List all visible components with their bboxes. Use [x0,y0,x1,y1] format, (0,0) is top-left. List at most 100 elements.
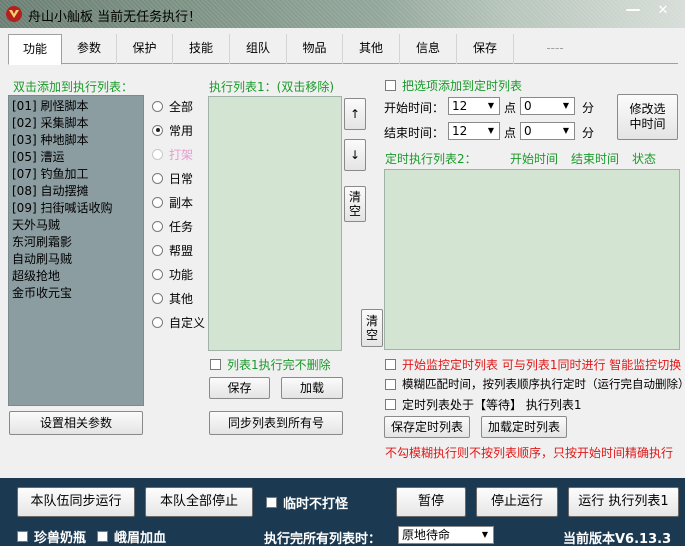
category-label: 功能 [169,267,194,282]
no-delete-checkbox-box[interactable] [210,358,221,370]
stop-run-button[interactable]: 停止运行 [476,487,558,517]
script-list-item[interactable]: [08] 自动摆摊 [12,183,140,200]
tab-other[interactable]: 其他 [343,34,400,64]
script-list-item[interactable]: [05] 漕运 [12,149,140,166]
no-fight-checkbox[interactable]: 临时不打怪 [266,494,349,512]
close-icon[interactable]: ✕ [652,3,674,23]
load-timer-list-button[interactable]: 加载定时列表 [481,416,567,438]
script-list-item[interactable]: 自动刷马贼 [12,251,140,268]
settings-button[interactable]: 设置相关参数 [9,411,143,435]
fuzzy-match-checkbox-box[interactable] [385,378,396,390]
minimize-icon[interactable]: — [622,0,644,20]
emei-heal-checkbox[interactable]: 峨眉加血 [97,528,167,546]
category-radio-3[interactable]: 日常 [152,169,193,187]
tab-placeholder[interactable]: ---- [514,34,596,64]
clear-list1-button[interactable]: 清 空 [344,186,366,222]
timer-list[interactable] [384,169,680,350]
chevron-down-icon: ▼ [487,101,495,110]
script-list-item[interactable]: [09] 扫街喊话收购 [12,200,140,217]
end-time-label: 结束时间： [384,126,445,140]
chevron-down-icon: ▼ [562,101,570,110]
after-all-lists-select[interactable]: 原地待命 ▼ [398,526,494,544]
category-radio-0[interactable]: 全部 [152,97,193,115]
category-radio-9[interactable]: 自定义 [152,313,205,331]
team-sync-run-button[interactable]: 本队伍同步运行 [17,487,135,517]
radio-button[interactable] [152,148,163,160]
tab-functions[interactable]: 功能 [8,34,62,65]
pet-bottle-checkbox-box[interactable] [17,530,28,542]
emei-heal-label: 峨眉加血 [114,530,167,546]
radio-button[interactable] [152,292,163,304]
load-list1-button[interactable]: 加载 [281,377,343,399]
save-list1-button[interactable]: 保存 [209,377,270,399]
end-min-value: 0 [524,124,532,138]
app-window: 舟山小舢板 当前无任务执行！ — ✕ 功能 参数 保护 技能 组队 物品 其他 … [0,0,685,546]
no-fight-label: 临时不打怪 [283,496,349,512]
save-timer-list-button[interactable]: 保存定时列表 [384,416,470,438]
move-down-button[interactable]: ↓ [344,139,366,171]
end-hour-value: 12 [452,124,468,138]
radio-button[interactable] [152,220,163,232]
emei-heal-checkbox-box[interactable] [97,530,108,542]
tab-info[interactable]: 信息 [400,34,457,64]
start-min-select[interactable]: 0 ▼ [520,97,575,115]
start-hour-select[interactable]: 12 ▼ [448,97,500,115]
category-radio-4[interactable]: 副本 [152,193,193,211]
wait-list1-checkbox[interactable]: 定时列表处于【等待】 执行列表1 [385,396,581,412]
wait-list1-checkbox-box[interactable] [385,398,396,410]
chevron-down-icon: ▼ [487,126,495,135]
monitor-timer-checkbox-box[interactable] [385,358,396,370]
tab-protect[interactable]: 保护 [117,34,173,64]
radio-button[interactable] [152,316,163,328]
tab-save[interactable]: 保存 [457,34,514,64]
script-list-item[interactable]: [07] 钓鱼加工 [12,166,140,183]
no-fight-checkbox-box[interactable] [266,496,277,508]
script-list-item[interactable]: [03] 种地脚本 [12,132,140,149]
radio-button[interactable] [152,268,163,280]
category-radio-8[interactable]: 其他 [152,289,193,307]
fuzzy-match-checkbox[interactable]: 模糊匹配时间，按列表顺序执行定时（运行完自动删除） [385,376,685,392]
exec-list1[interactable] [208,96,342,351]
script-list[interactable]: [01] 刷怪脚本 [02] 采集脚本 [03] 种地脚本 [05] 漕运 [07] 钓… [8,95,144,406]
pet-bottle-checkbox[interactable]: 珍兽奶瓶 [17,528,86,546]
start-hour-unit: 点 [504,101,517,115]
add-to-timer-checkbox[interactable]: 把选项添加到定时列表 [385,77,522,93]
run-list1-button[interactable]: 运行 执行列表1 [568,487,679,517]
tab-params[interactable]: 参数 [62,34,117,64]
add-to-timer-checkbox-box[interactable] [385,79,396,91]
category-radio-7[interactable]: 功能 [152,265,193,283]
pause-button[interactable]: 暂停 [396,487,466,517]
monitor-timer-checkbox[interactable]: 开始监控定时列表 可与列表1同时进行 智能监控切换 [385,356,681,372]
script-list-item[interactable]: 金币收元宝 [12,285,140,302]
team-stop-all-button[interactable]: 本队全部停止 [145,487,253,517]
sync-lists-button[interactable]: 同步列表到所有号 [209,411,343,435]
script-list-item[interactable]: 东河刷霜影 [12,234,140,251]
clear-timer-list-button[interactable]: 清 空 [361,309,383,347]
move-up-button[interactable]: ↑ [344,98,366,130]
category-radio-5[interactable]: 任务 [152,217,193,235]
category-label: 自定义 [169,315,206,330]
tab-skills[interactable]: 技能 [173,34,230,64]
script-list-item[interactable]: [01] 刷怪脚本 [12,98,140,115]
radio-button[interactable] [152,244,163,256]
script-list-item[interactable]: [02] 采集脚本 [12,115,140,132]
end-hour-select[interactable]: 12 ▼ [448,122,500,140]
category-radio-6[interactable]: 帮盟 [152,241,193,259]
script-list-item[interactable]: 超级抢地 [12,268,140,285]
chevron-down-icon: ▼ [562,126,570,135]
radio-button[interactable] [152,196,163,208]
radio-button[interactable] [152,124,163,136]
timer-list-header: 定时执行列表2： [385,152,477,166]
radio-button[interactable] [152,100,163,112]
end-min-select[interactable]: 0 ▼ [520,122,575,140]
category-radio-1[interactable]: 常用 [152,121,193,139]
radio-button[interactable] [152,172,163,184]
tab-team[interactable]: 组队 [230,34,287,64]
script-list-item[interactable]: 天外马贼 [12,217,140,234]
modify-time-button[interactable]: 修改选中时间 [617,94,678,140]
category-label: 帮盟 [169,243,194,258]
tab-items[interactable]: 物品 [287,34,343,64]
category-radio-2[interactable]: 打架 [152,145,193,163]
title-bar[interactable]: 舟山小舢板 当前无任务执行！ — ✕ [0,0,685,28]
no-delete-checkbox[interactable]: 列表1执行完不删除 [210,356,331,372]
